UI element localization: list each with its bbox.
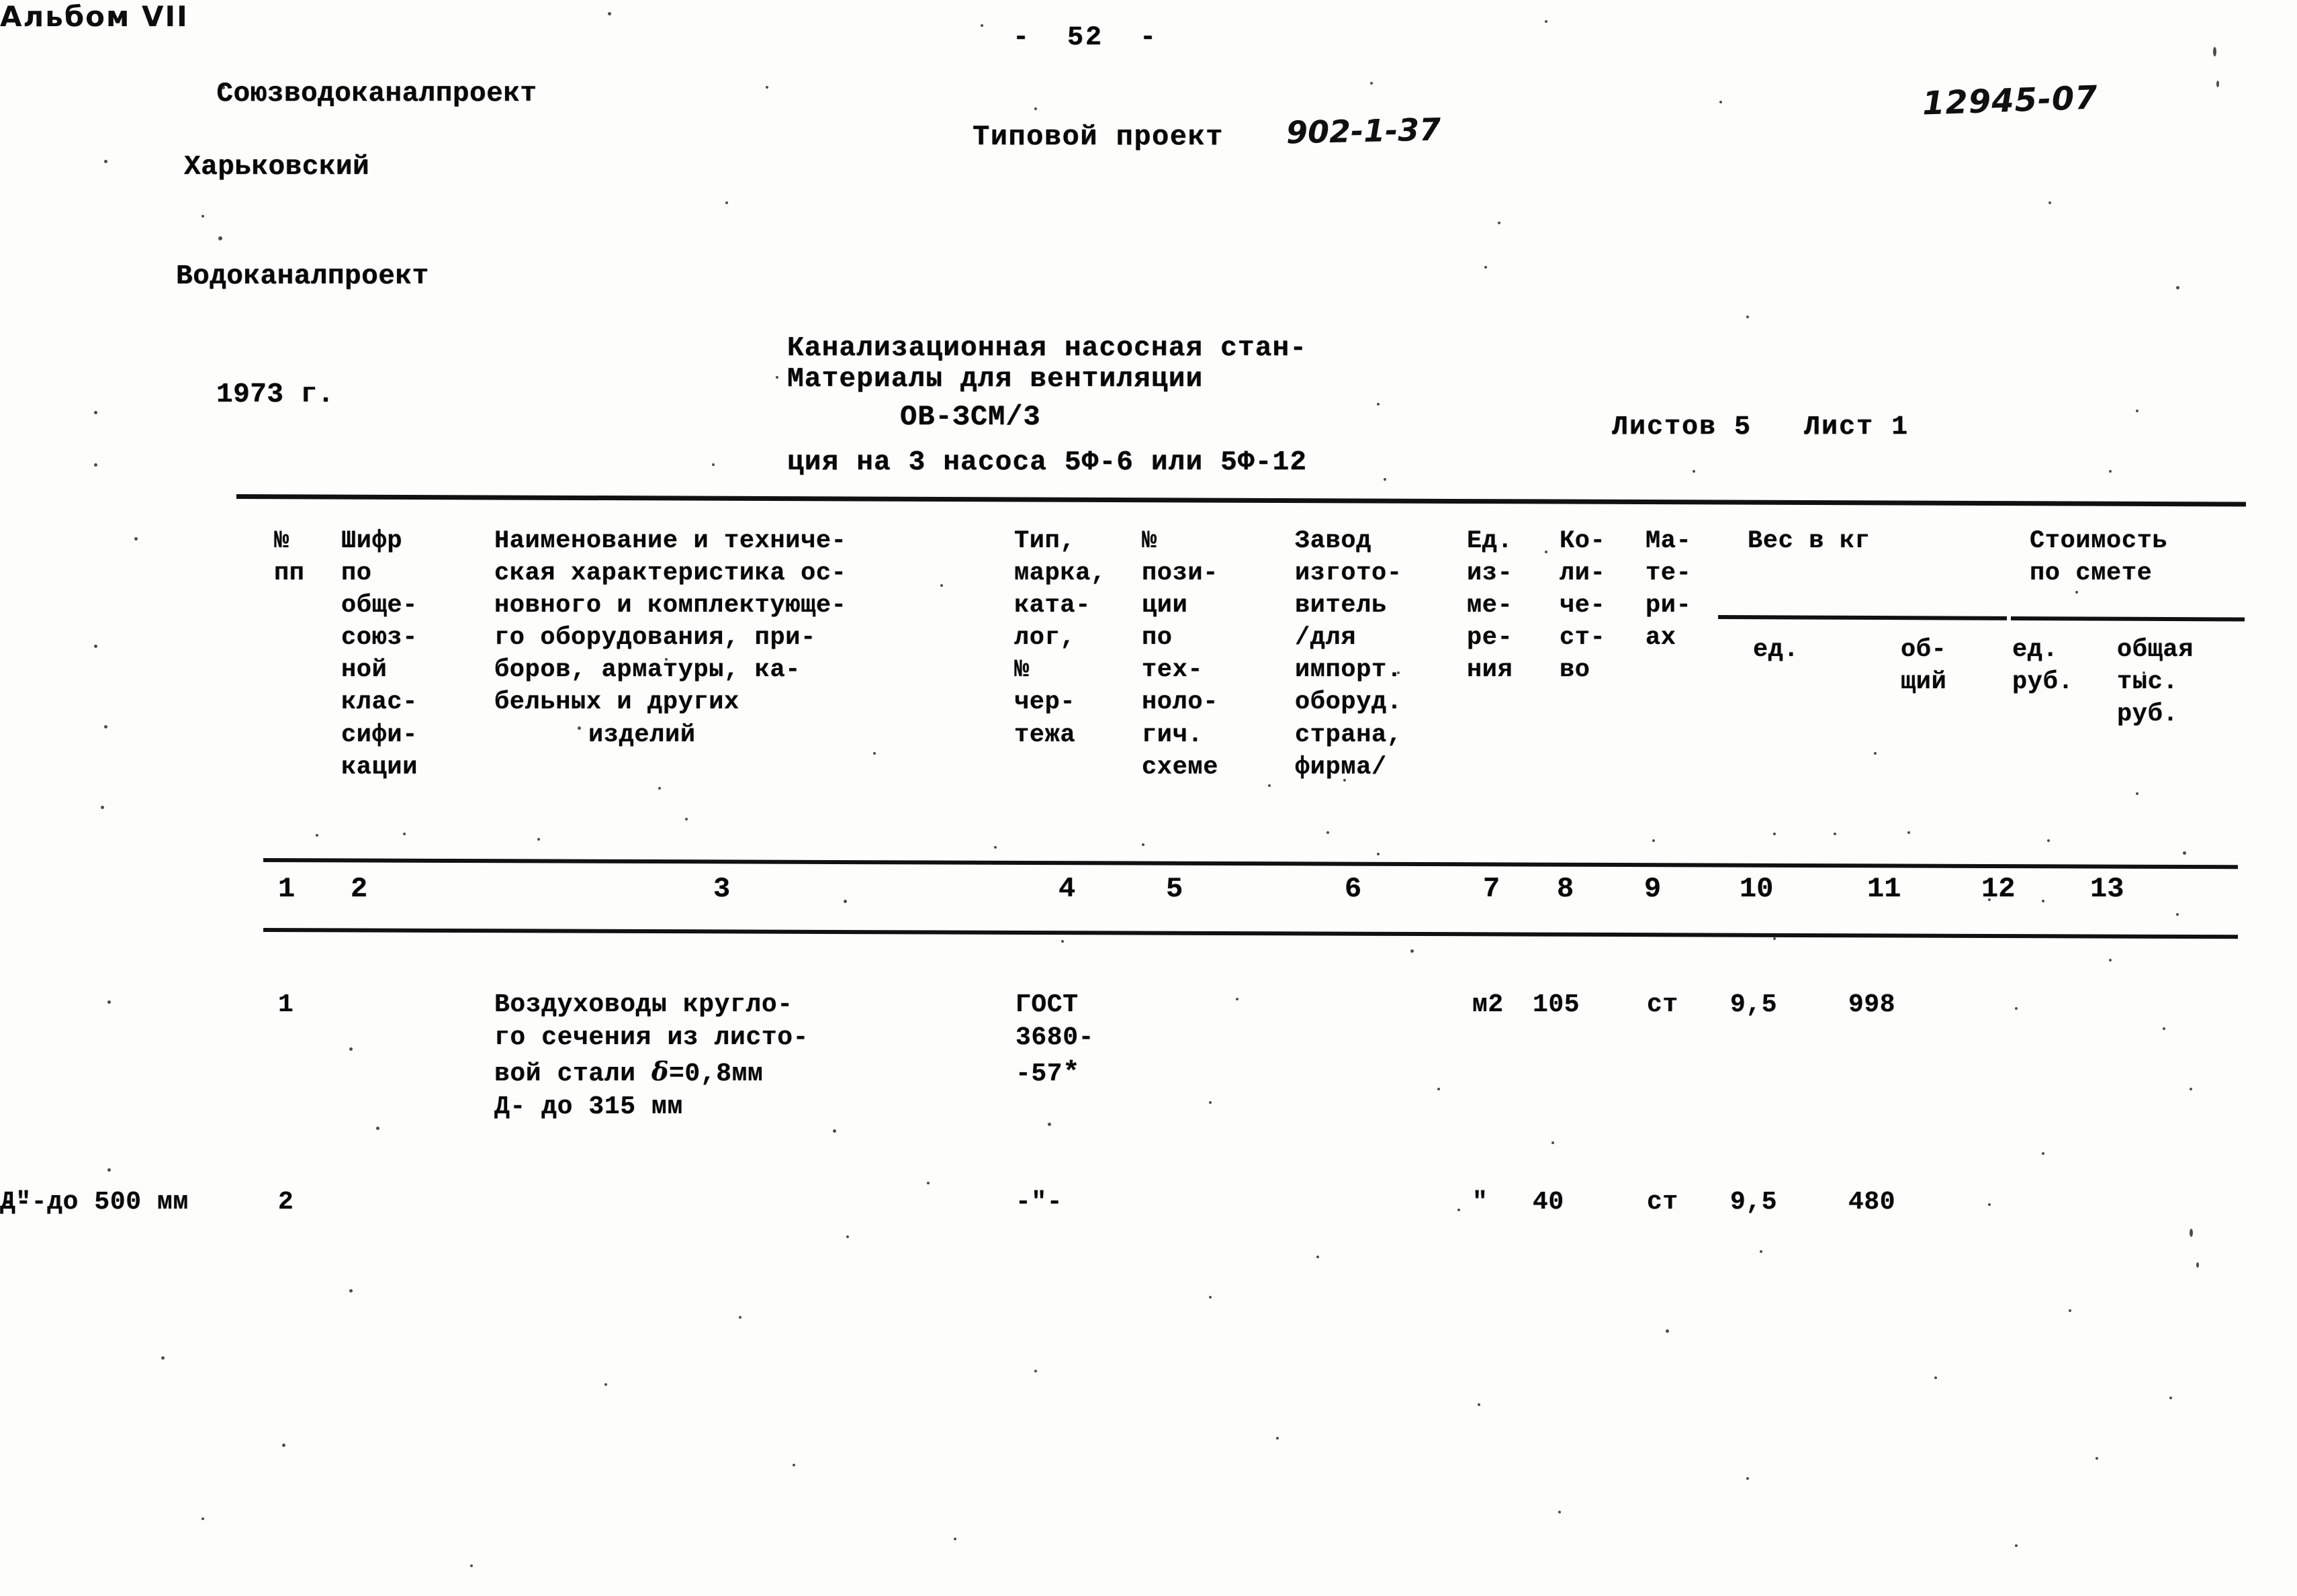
row-1-gost: ГОСТ 3680- -57 <box>1016 990 1095 1088</box>
header-col-3-description: Наименование и техниче- ская характерист… <box>494 525 846 751</box>
row-2-description: Д- до 500 мм <box>0 1188 189 1217</box>
header-col-11-weight-total: об- щий <box>1901 636 1947 697</box>
weight-group-rule <box>1717 615 2008 620</box>
row-2-number: 2 <box>278 1188 294 1217</box>
column-number-5: 5 <box>1166 873 1183 905</box>
header-col-10-weight-unit: ед. <box>1753 636 1799 664</box>
column-number-8: 8 <box>1557 873 1574 905</box>
row-1-material: ст <box>1647 990 1678 1019</box>
header-col-4-type: Тип, марка, ката- лог, № чер- тежа <box>1014 527 1106 749</box>
column-number-9: 9 <box>1644 873 1662 905</box>
header-col-13-cost-total: общая тыс. руб. <box>2117 636 2194 729</box>
header-col-5-position: № пози- ции по тех- ноло- гич. схеме <box>1142 527 1219 782</box>
column-number-2: 2 <box>351 873 368 905</box>
asterisk-icon: * <box>1063 1056 1081 1089</box>
page-number: - 52 - <box>1013 23 1159 53</box>
row-2-quantity: 40 <box>1533 1188 1564 1217</box>
header-col-1-number: № пп <box>274 527 305 588</box>
org-name-line3: Водоканалпроект <box>176 261 429 293</box>
sheets-total: Листов 5 <box>1612 412 1752 442</box>
scanned-document-page: Союзводоканалпроект Харьковский Водокана… <box>0 0 2297 1596</box>
row-1-weight-total: 998 <box>1848 990 1896 1019</box>
delta-symbol: δ <box>651 1055 669 1086</box>
header-col-3-last: изделий <box>588 720 696 749</box>
row-1-unit: м2 <box>1472 990 1504 1019</box>
header-col-2-code: Шифр по обще- союз- ной клас- сифи- каци… <box>341 527 418 782</box>
column-number-3: 3 <box>713 873 731 905</box>
header-col-7-unit: Ед. из- ме- ре- ния <box>1467 527 1513 685</box>
header-col-12-cost-unit: ед. руб. <box>2012 636 2074 697</box>
row-1-quantity: 105 <box>1533 990 1580 1019</box>
header-col-6-manufacturer: Завод изгото- витель /для импорт. оборуд… <box>1295 527 1402 782</box>
row-2-type: -"- <box>1016 1188 1063 1217</box>
row-2-material: ст <box>1647 1188 1678 1217</box>
column-number-4: 4 <box>1059 873 1076 905</box>
document-number: 12945-07 <box>1922 79 2099 123</box>
header-col-8-quantity: Ко- ли- че- ст- во <box>1560 527 1606 685</box>
row-2-weight-total: 480 <box>1848 1188 1896 1217</box>
project-code: 902-1-37 <box>1286 111 1441 151</box>
column-number-1: 1 <box>278 873 296 905</box>
column-number-rule-bottom <box>263 928 2238 939</box>
org-year: 1973 г. <box>216 379 334 410</box>
column-number-13: 13 <box>2090 873 2124 905</box>
column-number-12: 12 <box>1981 873 2016 905</box>
document-title: Канализационная насосная стан- ция на 3 … <box>787 254 1307 558</box>
sheet-current: Лист 1 <box>1804 412 1909 442</box>
header-group-cost: Стоимость по смете <box>2030 527 2168 588</box>
org-name-line1: Союзводоканалпроект <box>216 78 537 109</box>
column-number-7: 7 <box>1483 873 1500 905</box>
row-1-description: Воздуховоды кругло- го сечения из листо-… <box>494 988 809 1124</box>
header-col-3-lines: Наименование и техниче- ская характерист… <box>494 527 847 717</box>
header-group-weight: Вес в кг <box>1748 527 1871 555</box>
row-1-weight-unit: 9,5 <box>1730 990 1778 1019</box>
row-1-thickness: =0,8мм <box>669 1059 764 1088</box>
ov-code: ОВ-ЗСМ/3 <box>900 401 1041 433</box>
column-number-6: 6 <box>1345 873 1362 905</box>
row-2-weight-unit: 9,5 <box>1730 1188 1778 1217</box>
header-col-9-material: Ма- те- ри- ах <box>1646 527 1692 653</box>
project-label: Типовой проект <box>973 121 1224 153</box>
organization-block: Союзводоканалпроект Харьковский Водокана… <box>149 39 537 486</box>
title-line-2: ция на 3 насоса 5Ф-6 или 5Ф-12 <box>787 447 1308 478</box>
cost-group-rule <box>2010 616 2245 622</box>
row-1-diameter: Д- до 315 мм <box>494 1092 683 1122</box>
column-number-rule-top <box>263 858 2238 870</box>
row-1-type: ГОСТ 3680- -57* <box>1016 988 1094 1091</box>
column-number-10: 10 <box>1740 873 1774 905</box>
row-2-unit: " <box>1472 1188 1488 1217</box>
org-name-line2: Харьковский <box>184 151 370 183</box>
sheet-count: Листов 5 Лист 1 <box>1612 411 1909 444</box>
column-number-11: 11 <box>1867 873 1901 905</box>
materials-subtitle: Материалы для вентиляции <box>787 364 1204 395</box>
row-1-number: 1 <box>278 990 294 1019</box>
